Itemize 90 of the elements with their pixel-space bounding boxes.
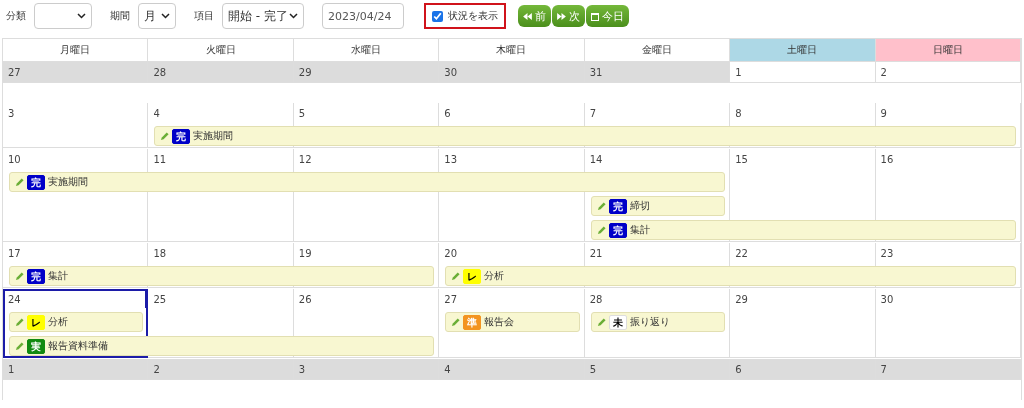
day-number: 25	[152, 293, 168, 307]
status-badge: 完	[608, 222, 627, 238]
pencil-icon	[596, 201, 606, 211]
item-label: 項目	[194, 9, 214, 23]
day-number: 7	[588, 107, 598, 121]
status-badge: 完	[27, 268, 45, 284]
pencil-icon	[451, 271, 461, 281]
event-title: 集計	[629, 223, 650, 237]
weekday-header: 月曜日	[3, 39, 149, 62]
event-bar[interactable]: 完 実施期間	[9, 172, 726, 192]
weekday-header: 金曜日	[584, 39, 731, 62]
event-bar[interactable]: 完 集計	[590, 220, 1016, 240]
pencil-icon	[15, 271, 24, 281]
fast-forward-icon	[557, 12, 566, 20]
day-number: 30	[879, 293, 895, 307]
show-status-checkbox[interactable]	[432, 10, 443, 22]
date-field[interactable]: 2023/04/24	[322, 3, 404, 29]
weekday-header: 火曜日	[148, 39, 294, 62]
event-title: 報告会	[484, 315, 515, 329]
pencil-icon	[596, 317, 606, 327]
pencil-icon	[15, 341, 24, 351]
day-number: 29	[734, 293, 749, 307]
day-number: 11	[152, 153, 168, 167]
day-number: 8	[734, 107, 743, 121]
day-number: 1	[734, 66, 743, 80]
period-select[interactable]: 月	[138, 3, 176, 29]
day-number: 5	[297, 107, 307, 121]
status-badge: 完	[172, 128, 191, 144]
pencil-icon	[15, 177, 24, 187]
day-number: 21	[588, 247, 604, 261]
day-number: 26	[297, 293, 313, 307]
weekday-header: 水曜日	[293, 39, 440, 62]
category-label: 分類	[6, 9, 26, 23]
chevron-down-icon	[161, 13, 170, 19]
day-number: 9	[879, 107, 888, 121]
pencil-icon	[160, 131, 170, 141]
event-title: 締切	[629, 199, 650, 213]
status-badge: 完	[608, 198, 627, 214]
event-title: 振り返り	[629, 315, 670, 329]
pencil-icon	[15, 317, 24, 327]
day-number: 23	[879, 247, 895, 261]
day-number: 3	[7, 107, 16, 121]
period-label: 期間	[110, 9, 130, 23]
day-number: 20	[443, 247, 458, 261]
day-number: 6	[443, 107, 452, 121]
event-title: 報告資料準備	[48, 339, 108, 353]
rewind-icon	[523, 12, 532, 20]
weekday-header: 木曜日	[439, 39, 585, 62]
status-badge: 準	[463, 314, 482, 330]
status-badge: 完	[27, 174, 45, 190]
event-title: 実施期間	[48, 175, 88, 189]
event-title: 分析	[48, 315, 68, 329]
event-bar[interactable]: レ 分析	[9, 312, 144, 332]
status-badge: レ	[463, 268, 482, 284]
day-number: 27	[443, 293, 458, 307]
day-number: 10	[7, 153, 22, 167]
event-bar[interactable]: 実 報告資料準備	[9, 336, 435, 356]
chevron-down-icon	[77, 13, 86, 19]
day-number: 22	[734, 247, 749, 261]
day-number: 12	[297, 153, 313, 167]
day-number: 28	[588, 293, 604, 307]
event-title: 集計	[48, 269, 68, 283]
day-number: 13	[443, 153, 458, 167]
pencil-icon	[451, 317, 461, 327]
day-number: 14	[588, 153, 604, 167]
day-number: 15	[734, 153, 749, 167]
status-badge: レ	[27, 314, 45, 330]
event-bar[interactable]: 未 振り返り	[590, 312, 726, 332]
pencil-icon	[596, 225, 606, 235]
event-title: 実施期間	[193, 129, 234, 143]
item-select[interactable]: 開始 - 完了	[222, 3, 304, 29]
day-number: 2	[879, 66, 888, 80]
event-bar[interactable]: レ 分析	[445, 266, 1016, 286]
day-number: 4	[152, 107, 161, 121]
checkbox-label: 状況を表示	[448, 9, 498, 23]
weekday-header: 日曜日	[875, 39, 1021, 62]
day-number: 18	[152, 247, 168, 261]
chevron-down-icon	[289, 13, 298, 19]
day-number: 19	[297, 247, 313, 261]
event-bar[interactable]: 完 集計	[9, 266, 435, 286]
calendar-icon	[591, 11, 599, 21]
weekday-header: 土曜日	[730, 39, 876, 62]
status-badge: 未	[608, 314, 627, 330]
event-bar[interactable]: 準 報告会	[445, 312, 580, 332]
day-number: 16	[879, 153, 895, 167]
event-bar[interactable]: 完 実施期間	[154, 126, 1016, 146]
event-title: 分析	[484, 269, 505, 283]
status-badge: 実	[27, 338, 45, 354]
day-number: 17	[7, 247, 22, 261]
event-bar[interactable]: 完 締切	[590, 196, 726, 216]
